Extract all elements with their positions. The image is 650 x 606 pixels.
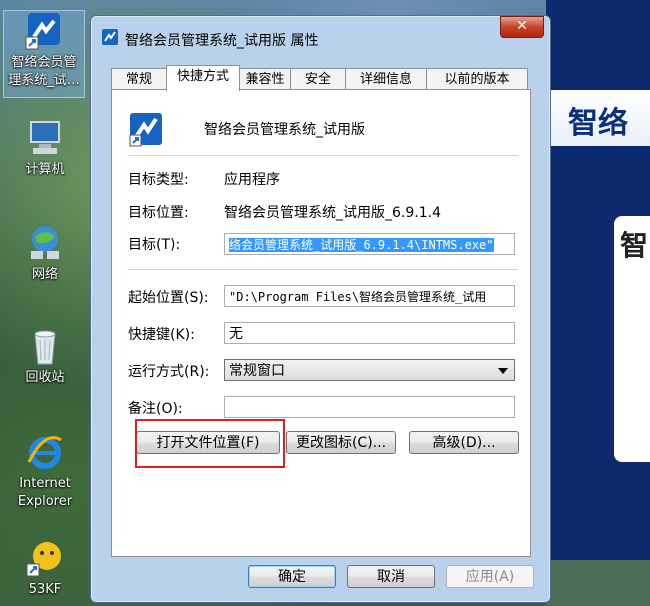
annotation-highlight-box bbox=[135, 419, 285, 468]
shortcut-key-input[interactable]: 无 bbox=[224, 322, 515, 344]
background-app-panel: 智 bbox=[614, 216, 650, 462]
desktop-icon-label: 53KF bbox=[28, 582, 62, 597]
change-icon-button[interactable]: 更改图标(C)... bbox=[286, 431, 396, 454]
background-app-banner-text: 智络 bbox=[568, 106, 628, 141]
target-location-label: 目标位置: bbox=[128, 205, 189, 221]
background-app-window: 智络 智 bbox=[546, 0, 650, 606]
dialog-titlebar[interactable]: 智络会员管理系统_试用版 属性 ✕ bbox=[91, 16, 550, 52]
advanced-button[interactable]: 高级(D)... bbox=[409, 431, 519, 454]
tab-previous-versions[interactable]: 以前的版本 bbox=[426, 68, 528, 90]
desktop-icon-app-shortcut[interactable]: 智络会员管 理系统_试… bbox=[3, 10, 85, 98]
start-in-input[interactable]: "D:\Program Files\智络会员管理系统_试用 bbox=[224, 285, 515, 307]
run-select[interactable]: 常规窗口 bbox=[224, 359, 515, 381]
target-input-value: 络会员管理系统_试用版_6.9.1.4\INTMS.exe" bbox=[229, 238, 494, 252]
shortcut-key-label: 快捷键(K): bbox=[128, 327, 195, 343]
tab-shortcut[interactable]: 快捷方式 bbox=[166, 65, 240, 91]
run-label: 运行方式(R): bbox=[128, 364, 210, 380]
desktop-icon-recycle-bin[interactable]: 回收站 bbox=[5, 326, 85, 387]
desktop-icon-label: 智络会员管 理系统_试… bbox=[8, 55, 80, 88]
network-icon bbox=[25, 223, 65, 263]
recycle-bin-icon bbox=[25, 326, 65, 366]
desktop-icon-computer[interactable]: 计算机 bbox=[5, 118, 85, 179]
computer-icon bbox=[25, 118, 65, 158]
background-app-banner: 智络 bbox=[546, 90, 650, 146]
53kf-icon bbox=[25, 538, 65, 578]
tab-details[interactable]: 详细信息 bbox=[345, 68, 427, 90]
tab-security[interactable]: 安全 bbox=[290, 68, 346, 90]
desktop-icon-network[interactable]: 网络 bbox=[5, 223, 85, 284]
app-shortcut-icon bbox=[24, 11, 64, 51]
divider bbox=[128, 155, 518, 156]
desktop-icon-label: 计算机 bbox=[25, 162, 65, 177]
shortcut-tab-panel: 智络会员管理系统_试用版 目标类型: 应用程序 目标位置: 智络会员管理系统_试… bbox=[111, 89, 531, 557]
run-select-value: 常规窗口 bbox=[229, 363, 285, 379]
background-app-panel-text: 智 bbox=[620, 229, 649, 262]
comment-input[interactable] bbox=[224, 396, 515, 418]
chevron-down-icon bbox=[498, 368, 508, 374]
internet-explorer-icon bbox=[25, 432, 65, 472]
cancel-button[interactable]: 取消 bbox=[347, 565, 435, 588]
comment-label: 备注(O): bbox=[128, 401, 183, 417]
desktop-icon-label: 网络 bbox=[31, 267, 58, 282]
ok-button[interactable]: 确定 bbox=[248, 565, 336, 588]
apply-button[interactable]: 应用(A) bbox=[446, 565, 534, 588]
target-type-value: 应用程序 bbox=[224, 172, 280, 188]
desktop-icon-label: Internet Explorer bbox=[17, 476, 73, 509]
desktop-icon-53kf[interactable]: 53KF bbox=[5, 538, 85, 599]
target-location-value: 智络会员管理系统_试用版_6.9.1.4 bbox=[224, 205, 441, 221]
desktop-icon-internet-explorer[interactable]: Internet Explorer bbox=[5, 432, 85, 511]
close-button[interactable]: ✕ bbox=[500, 16, 544, 38]
target-label: 目标(T): bbox=[128, 237, 181, 253]
background-app-footer bbox=[546, 560, 650, 606]
tab-general[interactable]: 常规 bbox=[111, 68, 167, 90]
target-input[interactable]: 络会员管理系统_试用版_6.9.1.4\INTMS.exe" bbox=[224, 233, 515, 255]
start-in-label: 起始位置(S): bbox=[128, 290, 209, 306]
app-name: 智络会员管理系统_试用版 bbox=[204, 122, 365, 138]
properties-dialog: 智络会员管理系统_试用版 属性 ✕ 常规 快捷方式 兼容性 安全 详细信息 以前… bbox=[90, 15, 551, 603]
divider bbox=[128, 269, 518, 270]
desktop-icon-label: 回收站 bbox=[25, 370, 65, 385]
app-shortcut-icon bbox=[101, 28, 119, 46]
tab-compatibility[interactable]: 兼容性 bbox=[239, 68, 291, 90]
dialog-title: 智络会员管理系统_试用版 属性 bbox=[125, 33, 319, 49]
app-shortcut-icon bbox=[128, 111, 164, 147]
target-type-label: 目标类型: bbox=[128, 172, 189, 188]
